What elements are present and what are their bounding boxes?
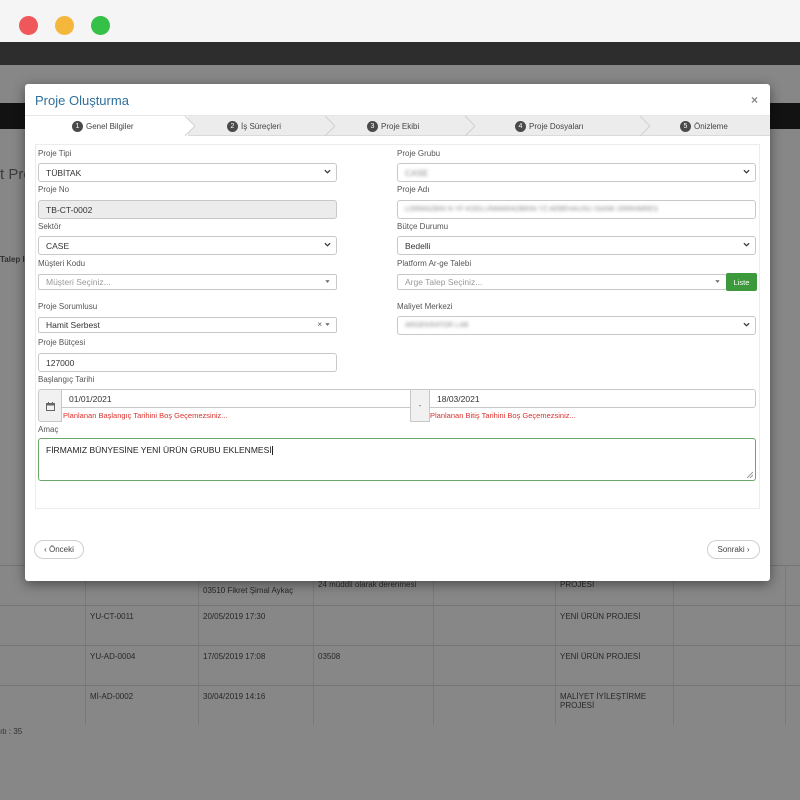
platform-label: Platform Ar-ge Talebi bbox=[397, 259, 472, 268]
modal-header: Proje Oluşturma × bbox=[25, 84, 770, 116]
minimize-window-icon[interactable] bbox=[55, 16, 74, 35]
musteri-kodu-select[interactable]: Müşteri Seçiniz... bbox=[38, 274, 337, 290]
proje-adi-input[interactable]: LORMAZBIN N YF KODLUNMARADBRIN YZ AEBEHA… bbox=[397, 200, 756, 219]
step-number: 5 bbox=[680, 120, 691, 132]
butce-durumu-select[interactable]: Bedelli bbox=[397, 236, 756, 255]
start-date-error: Planlanan Başlangıç Tarihini Boş Geçemez… bbox=[63, 411, 228, 420]
proje-grubu-label: Proje Grubu bbox=[397, 149, 441, 158]
app-top-bar bbox=[0, 42, 800, 65]
proje-butcesi-input[interactable]: 127000 bbox=[38, 353, 337, 372]
platform-select[interactable]: Arge Talep Seçiniz... bbox=[397, 274, 727, 290]
caret-down-icon bbox=[715, 280, 720, 283]
caret-down-icon bbox=[325, 323, 330, 326]
proje-adi-label: Proje Adı bbox=[397, 185, 430, 194]
tab-onizleme[interactable]: 5 Önizleme bbox=[680, 116, 728, 136]
start-date-input[interactable]: 01/01/2021 bbox=[61, 389, 411, 408]
baslangic-tarihi-label: Başlangıç Tarihi bbox=[38, 375, 95, 384]
chevron-right-icon bbox=[325, 116, 335, 136]
tab-proje-dosyalari[interactable]: 4 Proje Dosyaları bbox=[515, 116, 584, 136]
proje-butcesi-label: Proje Bütçesi bbox=[38, 338, 86, 347]
calendar-icon bbox=[46, 402, 55, 411]
step-label: Önizleme bbox=[694, 121, 728, 131]
end-date-input[interactable]: 18/03/2021 bbox=[429, 389, 756, 408]
caret-down-icon bbox=[325, 280, 330, 283]
calendar-addon[interactable] bbox=[38, 389, 62, 422]
close-window-icon[interactable] bbox=[19, 16, 38, 35]
step-label: İş Süreçleri bbox=[241, 121, 282, 131]
step-label: Proje Ekibi bbox=[381, 121, 420, 131]
step-number: 3 bbox=[367, 120, 378, 132]
date-separator: - bbox=[410, 389, 430, 422]
proje-tipi-label: Proje Tipi bbox=[38, 149, 72, 158]
step-number: 2 bbox=[227, 120, 238, 132]
wizard-steps: 1 Genel Bilgiler 2 İş Süreçleri 3 Proje … bbox=[25, 116, 770, 136]
sektor-label: Sektör bbox=[38, 222, 62, 231]
proje-no-label: Proje No bbox=[38, 185, 70, 194]
tab-proje-ekibi[interactable]: 3 Proje Ekibi bbox=[367, 116, 419, 136]
maliyet-merkezi-label: Maliyet Merkezi bbox=[397, 302, 453, 311]
resize-handle-icon[interactable] bbox=[746, 471, 753, 478]
amac-textarea[interactable]: FİRMAMIZ BÜNYESİNE YENİ ÜRÜN GRUBU EKLEN… bbox=[38, 438, 756, 481]
maliyet-merkezi-select[interactable]: ARGEKRATOR LAB bbox=[397, 316, 756, 335]
tab-genel-bilgiler[interactable]: 1 Genel Bilgiler bbox=[25, 116, 188, 136]
chevron-down-icon bbox=[743, 242, 750, 247]
end-date-error: Planlanan Bitiş Tarihini Boş Geçemezsini… bbox=[430, 411, 576, 420]
butce-durumu-label: Bütçe Durumu bbox=[397, 222, 449, 231]
chevron-down-icon bbox=[324, 169, 331, 174]
liste-button[interactable]: Liste bbox=[726, 273, 757, 291]
project-create-modal: Proje Oluşturma × 1 Genel Bilgiler 2 İş … bbox=[25, 84, 770, 581]
chevron-right-icon bbox=[185, 116, 195, 136]
browser-chrome bbox=[0, 0, 800, 42]
musteri-kodu-label: Müşteri Kodu bbox=[38, 259, 86, 268]
clear-icon[interactable]: × bbox=[317, 320, 322, 329]
step-number: 1 bbox=[72, 120, 83, 132]
proje-sorumlusu-select[interactable]: Hamit Serbest × bbox=[38, 317, 337, 333]
step-label: Proje Dosyaları bbox=[529, 121, 584, 131]
proje-no-field: TB-CT-0002 bbox=[38, 200, 337, 219]
sektor-select[interactable]: CASE bbox=[38, 236, 337, 255]
proje-tipi-select[interactable]: TÜBİTAK bbox=[38, 163, 337, 182]
proje-grubu-select[interactable]: CASE bbox=[397, 163, 756, 182]
proje-sorumlusu-label: Proje Sorumlusu bbox=[38, 302, 98, 311]
previous-button[interactable]: ‹ Önceki bbox=[34, 540, 84, 559]
chevron-down-icon bbox=[743, 169, 750, 174]
maximize-window-icon[interactable] bbox=[91, 16, 110, 35]
tab-is-surecleri[interactable]: 2 İş Süreçleri bbox=[227, 116, 281, 136]
text-cursor bbox=[271, 446, 273, 456]
step-label: Genel Bilgiler bbox=[86, 121, 134, 131]
next-button[interactable]: Sonraki › bbox=[707, 540, 760, 559]
amac-label: Amaç bbox=[38, 425, 59, 434]
chevron-down-icon bbox=[743, 322, 750, 327]
close-icon[interactable]: × bbox=[751, 93, 758, 107]
chevron-right-icon bbox=[465, 116, 475, 136]
chevron-down-icon bbox=[324, 242, 331, 247]
step-number: 4 bbox=[515, 120, 526, 132]
chevron-right-icon bbox=[640, 116, 650, 136]
modal-title: Proje Oluşturma bbox=[35, 93, 129, 108]
